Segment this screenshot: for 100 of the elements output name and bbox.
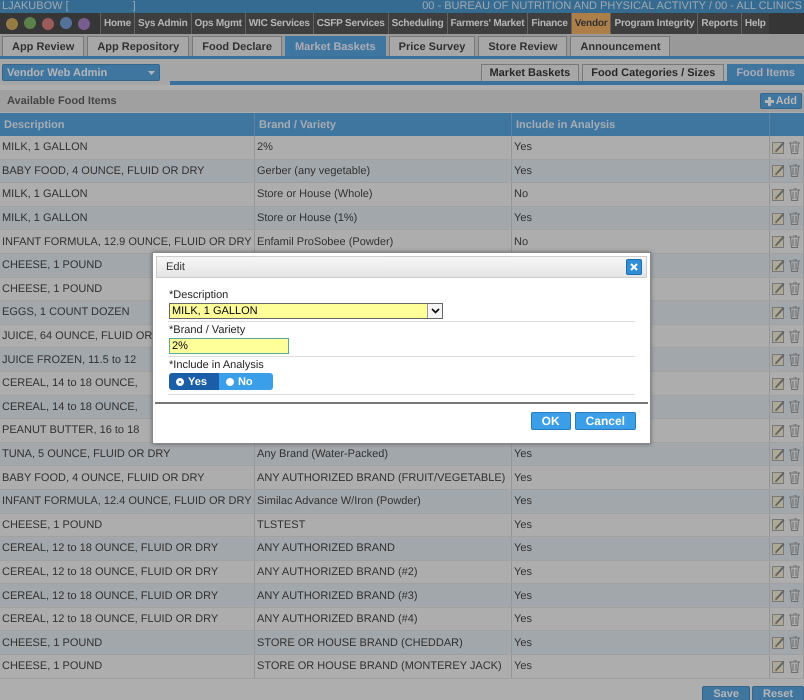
edit-icon[interactable] bbox=[772, 518, 785, 532]
description-select[interactable]: MILK, 1 GALLON bbox=[169, 303, 443, 319]
trash-icon[interactable] bbox=[789, 188, 800, 201]
menu-item[interactable]: Finance bbox=[527, 13, 571, 34]
dialog-button[interactable]: OK bbox=[530, 412, 571, 430]
table-cell: Yes bbox=[514, 660, 532, 672]
table-cell: CHEESE, 1 POUND bbox=[0, 631, 255, 654]
trash-icon[interactable] bbox=[789, 164, 800, 178]
menu-item[interactable]: Reports bbox=[697, 13, 741, 34]
trash-icon[interactable] bbox=[789, 565, 800, 578]
edit-icon[interactable] bbox=[772, 330, 785, 343]
trash-icon[interactable] bbox=[789, 660, 800, 673]
table-cell: STORE OR HOUSE BRAND (CHEDDAR) bbox=[257, 636, 463, 649]
edit-icon[interactable] bbox=[772, 589, 785, 602]
table-cell: ANY AUTHORIZED BRAND (#4) bbox=[257, 613, 418, 626]
menu-item[interactable]: Home bbox=[100, 13, 134, 34]
edit-icon[interactable] bbox=[772, 612, 785, 626]
trash-icon[interactable] bbox=[789, 140, 800, 154]
field-label: *Brand / Variety bbox=[169, 324, 246, 336]
edit-icon[interactable] bbox=[772, 565, 785, 578]
trash-icon[interactable] bbox=[789, 542, 800, 555]
menu-item[interactable]: WIC Services bbox=[244, 13, 313, 34]
plus-icon bbox=[764, 96, 774, 106]
user-name-bracket: ] bbox=[132, 0, 136, 13]
edit-icon[interactable] bbox=[772, 448, 785, 461]
table-cell: TLSTEST bbox=[257, 518, 306, 531]
trash-icon[interactable] bbox=[789, 258, 800, 272]
menu-item[interactable]: Farmers' Market bbox=[446, 13, 528, 34]
edit-icon[interactable] bbox=[772, 258, 785, 272]
trash-icon[interactable] bbox=[789, 518, 800, 532]
trash-icon[interactable] bbox=[789, 235, 800, 248]
table-cell: BABY FOOD, 4 OUNCE, FLUID OR DRY bbox=[0, 160, 255, 182]
sub-tab[interactable]: Market Baskets bbox=[480, 64, 580, 81]
edit-icon[interactable] bbox=[772, 353, 785, 366]
radio-option[interactable]: Yes bbox=[169, 373, 219, 390]
user-name: LJAKUBOW [ bbox=[2, 0, 69, 13]
table-cell: Yes bbox=[514, 590, 532, 602]
trash-icon[interactable] bbox=[789, 589, 800, 602]
edit-icon[interactable] bbox=[772, 636, 785, 650]
edit-icon[interactable] bbox=[772, 400, 785, 414]
tab[interactable]: Store Review bbox=[478, 36, 568, 56]
trash-icon[interactable] bbox=[789, 376, 800, 390]
agency-title: 00 - BUREAU OF NUTRITION AND PHYSICAL ACTIVITY / 00 - ALL CLINICS bbox=[422, 0, 802, 13]
edit-icon[interactable] bbox=[772, 282, 785, 296]
trash-icon[interactable] bbox=[789, 471, 800, 484]
trash-icon[interactable] bbox=[789, 636, 800, 650]
menu-item[interactable]: Sys Admin bbox=[134, 13, 190, 34]
trash-icon[interactable] bbox=[789, 282, 800, 296]
trash-icon[interactable] bbox=[789, 424, 800, 437]
menu-item[interactable]: Vendor bbox=[570, 13, 610, 34]
edit-icon[interactable] bbox=[772, 306, 785, 319]
trash-icon[interactable] bbox=[789, 353, 800, 366]
table-cell: BABY FOOD, 4 OUNCE, FLUID OR DRY bbox=[0, 466, 255, 489]
sub-tab[interactable]: Food Categories / Sizes bbox=[582, 64, 724, 81]
brand-input[interactable]: 2% bbox=[169, 338, 289, 354]
tab[interactable]: App Review bbox=[2, 36, 84, 56]
close-icon bbox=[630, 263, 638, 271]
trash-icon[interactable] bbox=[789, 306, 800, 319]
menu-item[interactable]: Scheduling bbox=[388, 13, 446, 34]
table-cell: CHEESE, 1 POUND bbox=[0, 514, 255, 536]
tab[interactable]: Food Declare bbox=[192, 36, 282, 56]
edit-icon[interactable] bbox=[772, 376, 785, 390]
trash-icon[interactable] bbox=[789, 400, 800, 414]
edit-icon[interactable] bbox=[772, 494, 785, 508]
edit-icon[interactable] bbox=[772, 164, 785, 178]
tab[interactable]: App Repository bbox=[87, 36, 190, 56]
trash-icon[interactable] bbox=[789, 448, 800, 461]
menu-item[interactable]: Program Integrity bbox=[610, 13, 698, 34]
tab[interactable]: Announcement bbox=[570, 36, 670, 56]
table-cell: CEREAL, 12 to 18 OUNCE, FLUID OR DRY bbox=[0, 608, 255, 630]
table-cell: Yes bbox=[514, 613, 532, 626]
table-cell: Yes bbox=[514, 141, 532, 154]
table-cell: INFANT FORMULA, 12.4 OUNCE, FLUID OR DRY bbox=[0, 490, 255, 512]
edit-icon[interactable] bbox=[772, 542, 785, 555]
table-cell: ANY AUTHORIZED BRAND bbox=[257, 542, 395, 554]
table-cell: Yes bbox=[514, 212, 532, 224]
edit-icon[interactable] bbox=[772, 212, 785, 225]
edit-icon[interactable] bbox=[772, 660, 785, 673]
table-cell: Yes bbox=[514, 566, 532, 578]
radio-option[interactable]: No bbox=[218, 373, 273, 390]
menu-item[interactable]: Ops Mgmt bbox=[190, 13, 245, 34]
menu-item[interactable]: CSFP Services bbox=[312, 13, 388, 34]
trash-icon[interactable] bbox=[789, 212, 800, 225]
edit-icon[interactable] bbox=[772, 471, 785, 484]
table-cell: Store or House (1%) bbox=[257, 212, 358, 224]
menu-item[interactable]: Help bbox=[740, 13, 769, 34]
edit-icon[interactable] bbox=[772, 140, 785, 154]
close-button[interactable] bbox=[626, 259, 642, 275]
table-cell: MILK, 1 GALLON bbox=[0, 183, 255, 206]
trash-icon[interactable] bbox=[789, 612, 800, 626]
edit-icon[interactable] bbox=[772, 424, 785, 437]
field-label: *Description bbox=[169, 289, 230, 301]
tab[interactable]: Price Survey bbox=[388, 36, 476, 56]
chevron-down-icon bbox=[430, 308, 440, 314]
trash-icon[interactable] bbox=[789, 330, 800, 343]
trash-icon[interactable] bbox=[789, 494, 800, 508]
edit-icon[interactable] bbox=[772, 235, 785, 248]
panel-title: Available Food Items bbox=[7, 95, 117, 107]
edit-icon[interactable] bbox=[772, 188, 785, 201]
dialog-button[interactable]: Cancel bbox=[574, 412, 636, 430]
